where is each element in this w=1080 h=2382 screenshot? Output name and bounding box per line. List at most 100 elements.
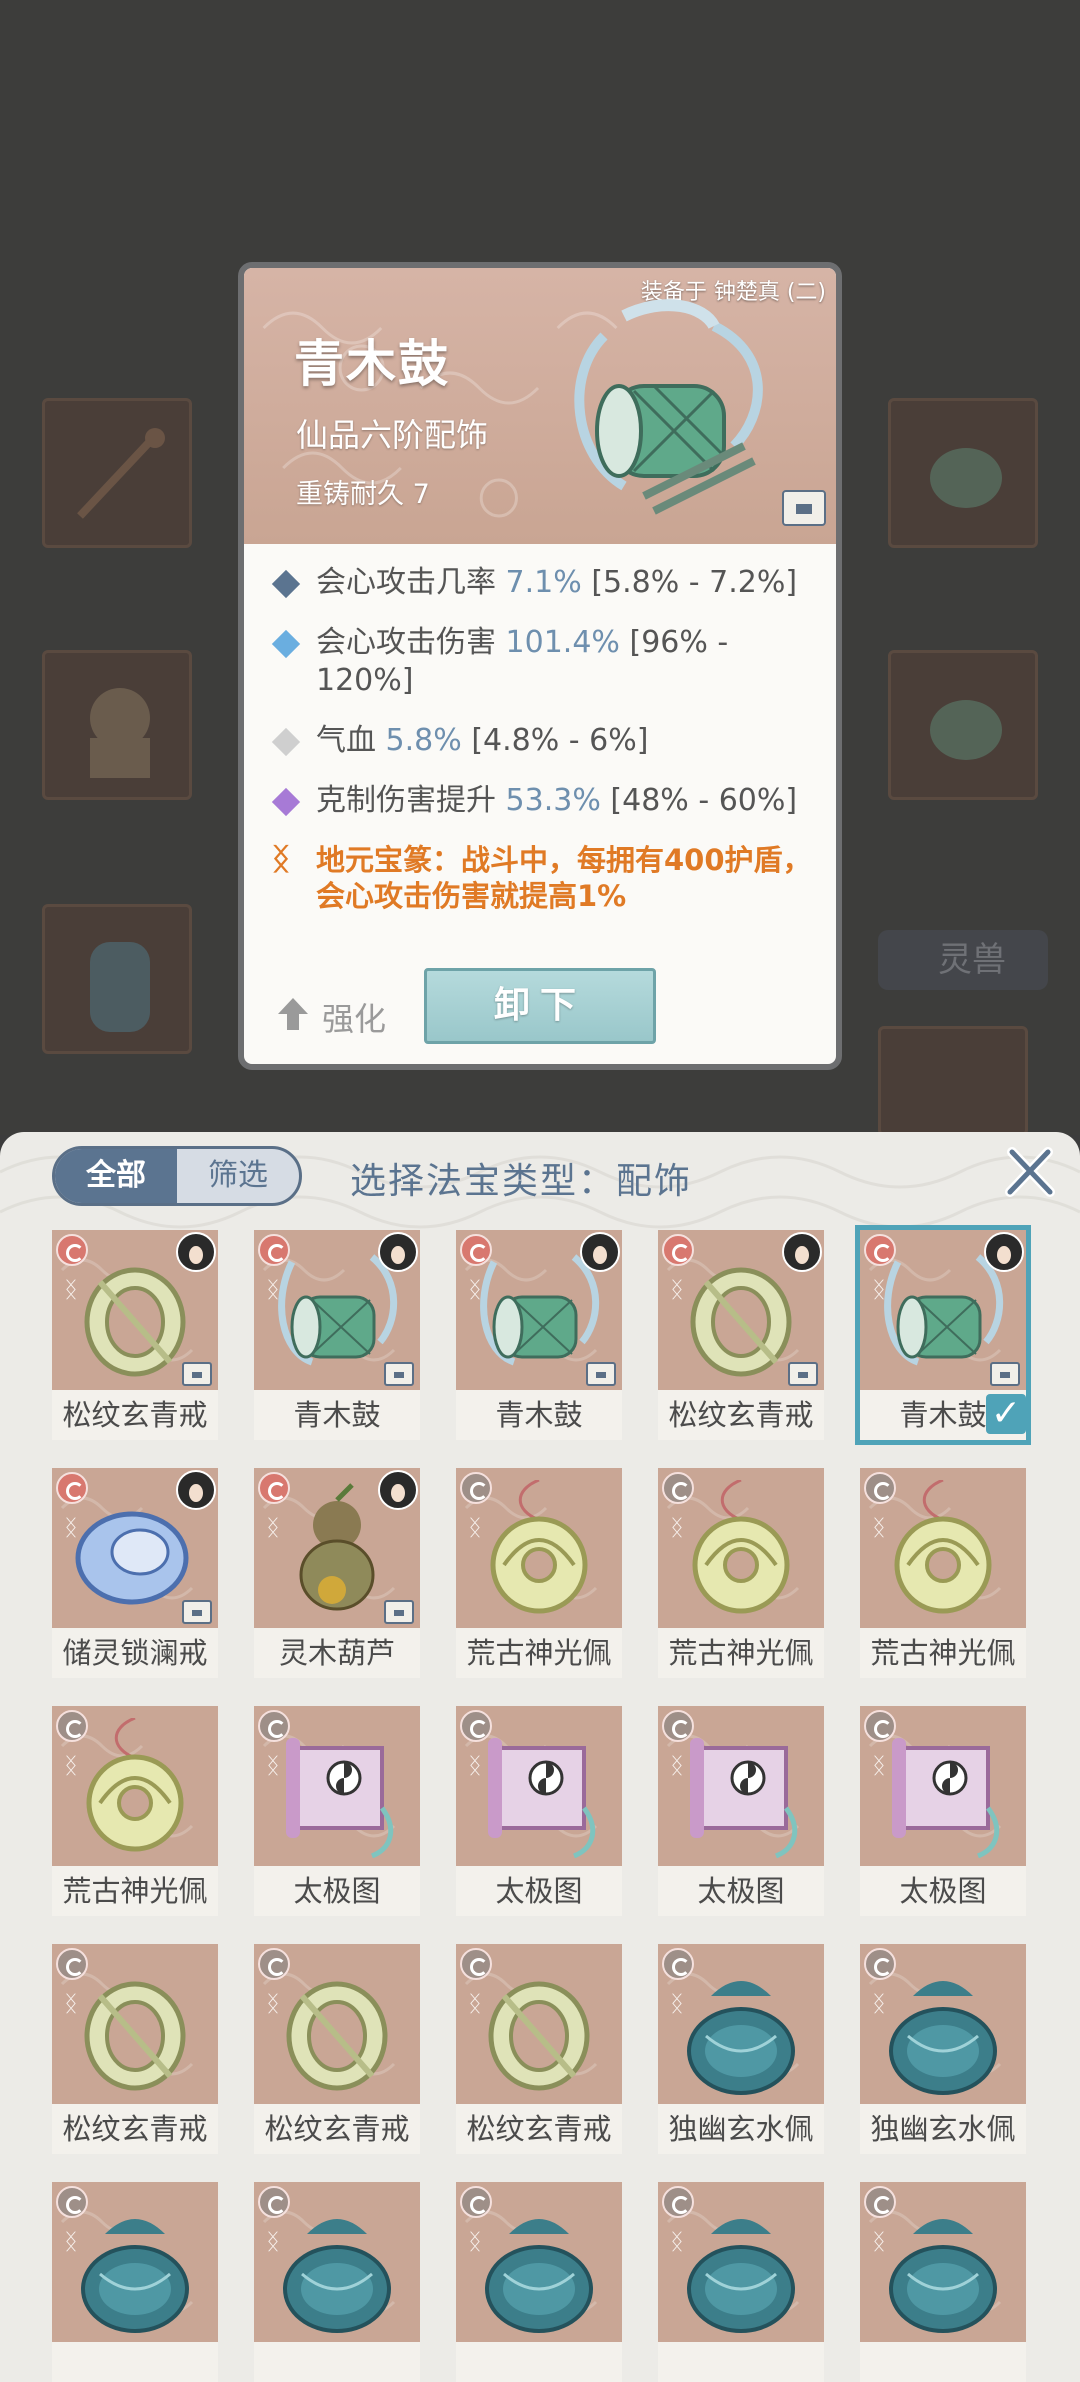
rune-icon: ᛝ (468, 1992, 482, 2017)
item-card[interactable]: ᛝ 荒古神光佩 (658, 1468, 824, 1678)
stat-name: 气血 (316, 723, 376, 758)
rune-icon: ᛝ (872, 2230, 886, 2255)
rune-icon: ᛝ (64, 2230, 78, 2255)
filter-tabs: 全部 筛选 (52, 1146, 302, 1206)
item-card[interactable]: ᛝ 灵木葫芦 (254, 1468, 420, 1678)
element-icon (258, 2186, 290, 2218)
diamond-gem-icon (271, 727, 301, 757)
item-card[interactable]: ᛝ 松纹玄青戒 (456, 1944, 622, 2154)
tab-all[interactable]: 全部 (55, 1149, 177, 1203)
rune-icon: ᛝ (670, 1754, 684, 1779)
item-card[interactable]: ᛝ 松纹玄青戒 (52, 1230, 218, 1440)
up-arrow-icon (278, 998, 308, 1030)
item-card[interactable]: ᛝ 储灵锁澜戒 (52, 1468, 218, 1678)
item-durability: 重铸耐久 7 (296, 479, 430, 510)
owner-avatar (580, 1232, 620, 1272)
item-label: 青木鼓 (456, 1390, 622, 1440)
element-icon (258, 1710, 290, 1742)
rune-icon: ᛝ (64, 1516, 78, 1541)
element-icon (460, 1710, 492, 1742)
enhance-button[interactable]: 强化 (276, 994, 386, 1040)
item-select-panel: 全部 筛选 选择法宝类型：配饰 ᛝ 松纹玄青戒 ᛝ 青木鼓 ᛝ 青木鼓 ᛝ 松纹玄青戒 ᛝ 青木鼓… (0, 1132, 1080, 2382)
element-icon (662, 1234, 694, 1266)
element-icon (662, 1710, 694, 1742)
item-card[interactable]: ᛝ 太极图 (860, 1706, 1026, 1916)
rune-icon: ᛝ (468, 1754, 482, 1779)
item-card[interactable]: ᛝ (52, 2182, 218, 2382)
element-icon (662, 2186, 694, 2218)
element-icon (460, 1948, 492, 1980)
item-label: 太极图 (254, 1866, 420, 1916)
stat-counter-damage: 克制伤害提升 53.3% [48% - 60%] (271, 782, 822, 820)
item-card[interactable]: ᛝ 松纹玄青戒 (254, 1944, 420, 2154)
bg-beast-button: 灵兽 (878, 930, 1048, 990)
lock-icon (182, 1600, 212, 1624)
rune-icon: ᛝ (468, 2230, 482, 2255)
item-label: 荒古神光佩 (658, 1628, 824, 1678)
stat-name: 会心攻击伤害 (316, 625, 496, 660)
item-label: 松纹玄青戒 (658, 1390, 824, 1440)
element-icon (864, 2186, 896, 2218)
item-card[interactable]: ᛝ 松纹玄青戒 (658, 1230, 824, 1440)
element-icon (258, 1234, 290, 1266)
item-card[interactable]: ᛝ 青木鼓 ✓ (855, 1225, 1031, 1445)
item-label (254, 2342, 420, 2382)
owner-avatar (782, 1232, 822, 1272)
rune-icon: ᛝ (266, 1516, 280, 1541)
item-card[interactable]: ᛝ 荒古神光佩 (456, 1468, 622, 1678)
item-card[interactable]: ᛝ 独幽玄水佩 (658, 1944, 824, 2154)
diamond-gem-icon (271, 569, 301, 599)
card-header: 装备于 钟楚真 (二) 青木鼓 仙品六阶配饰 重铸耐久 7 (244, 268, 836, 544)
stats-list: 会心攻击几率 7.1% [5.8% - 7.2%] 会心攻击伤害 101.4% … (271, 564, 822, 936)
rune-icon: ᛝ (872, 1754, 886, 1779)
item-card[interactable]: ᛝ (254, 2182, 420, 2382)
lock-icon (788, 1362, 818, 1386)
checkmark-icon: ✓ (986, 1394, 1026, 1434)
item-card[interactable]: ᛝ 青木鼓 (456, 1230, 622, 1440)
special-effect: ᛝ 地元宝篆：战斗中，每拥有400护盾，会心攻击伤害就提高1% (272, 842, 822, 914)
rune-icon: ᛝ (266, 2230, 280, 2255)
item-label: 松纹玄青戒 (52, 2104, 218, 2154)
stat-crit-rate: 会心攻击几率 7.1% [5.8% - 7.2%] (271, 564, 822, 602)
element-icon (460, 2186, 492, 2218)
element-icon (258, 1472, 290, 1504)
tab-filter[interactable]: 筛选 (177, 1149, 299, 1203)
diamond-gem-icon (271, 787, 301, 817)
element-icon (460, 1472, 492, 1504)
element-icon (56, 1234, 88, 1266)
lock-icon (990, 1362, 1020, 1386)
rune-icon: ᛝ (266, 1754, 280, 1779)
item-card[interactable]: ᛝ (860, 2182, 1026, 2382)
item-name: 青木鼓 (294, 335, 450, 393)
owner-avatar (176, 1232, 216, 1272)
stat-range: [4.8% - 6%] (471, 723, 649, 758)
item-card[interactable]: ᛝ 太极图 (658, 1706, 824, 1916)
item-card[interactable]: ᛝ 独幽玄水佩 (860, 1944, 1026, 2154)
item-card[interactable]: ᛝ 太极图 (456, 1706, 622, 1916)
item-label: 独幽玄水佩 (658, 2104, 824, 2154)
rune-icon: ᛝ (266, 1992, 280, 2017)
lock-icon (586, 1362, 616, 1386)
owner-avatar (378, 1232, 418, 1272)
lock-icon[interactable] (782, 490, 826, 526)
stat-value: 53.3% (505, 783, 601, 818)
rune-icon: ᛝ (872, 1516, 886, 1541)
item-card[interactable]: ᛝ 荒古神光佩 (52, 1706, 218, 1916)
rune-icon: ᛝ (468, 1278, 482, 1303)
item-card[interactable]: ᛝ (658, 2182, 824, 2382)
item-card[interactable]: ᛝ 荒古神光佩 (860, 1468, 1026, 1678)
item-card[interactable]: ᛝ 太极图 (254, 1706, 420, 1916)
owner-avatar (984, 1232, 1024, 1272)
unequip-button[interactable]: 卸下 (424, 968, 656, 1044)
panel-title: 选择法宝类型：配饰 (350, 1161, 693, 1202)
stat-name: 会心攻击几率 (316, 565, 496, 600)
stat-name: 克制伤害提升 (316, 783, 496, 818)
item-card[interactable]: ᛝ (456, 2182, 622, 2382)
rune-icon: ᛝ (670, 1278, 684, 1303)
item-card[interactable]: ᛝ 松纹玄青戒 (52, 1944, 218, 2154)
item-label: 荒古神光佩 (860, 1628, 1026, 1678)
close-icon[interactable] (1004, 1146, 1056, 1198)
element-icon (864, 1948, 896, 1980)
rune-icon: ᛝ (64, 1992, 78, 2017)
item-card[interactable]: ᛝ 青木鼓 (254, 1230, 420, 1440)
